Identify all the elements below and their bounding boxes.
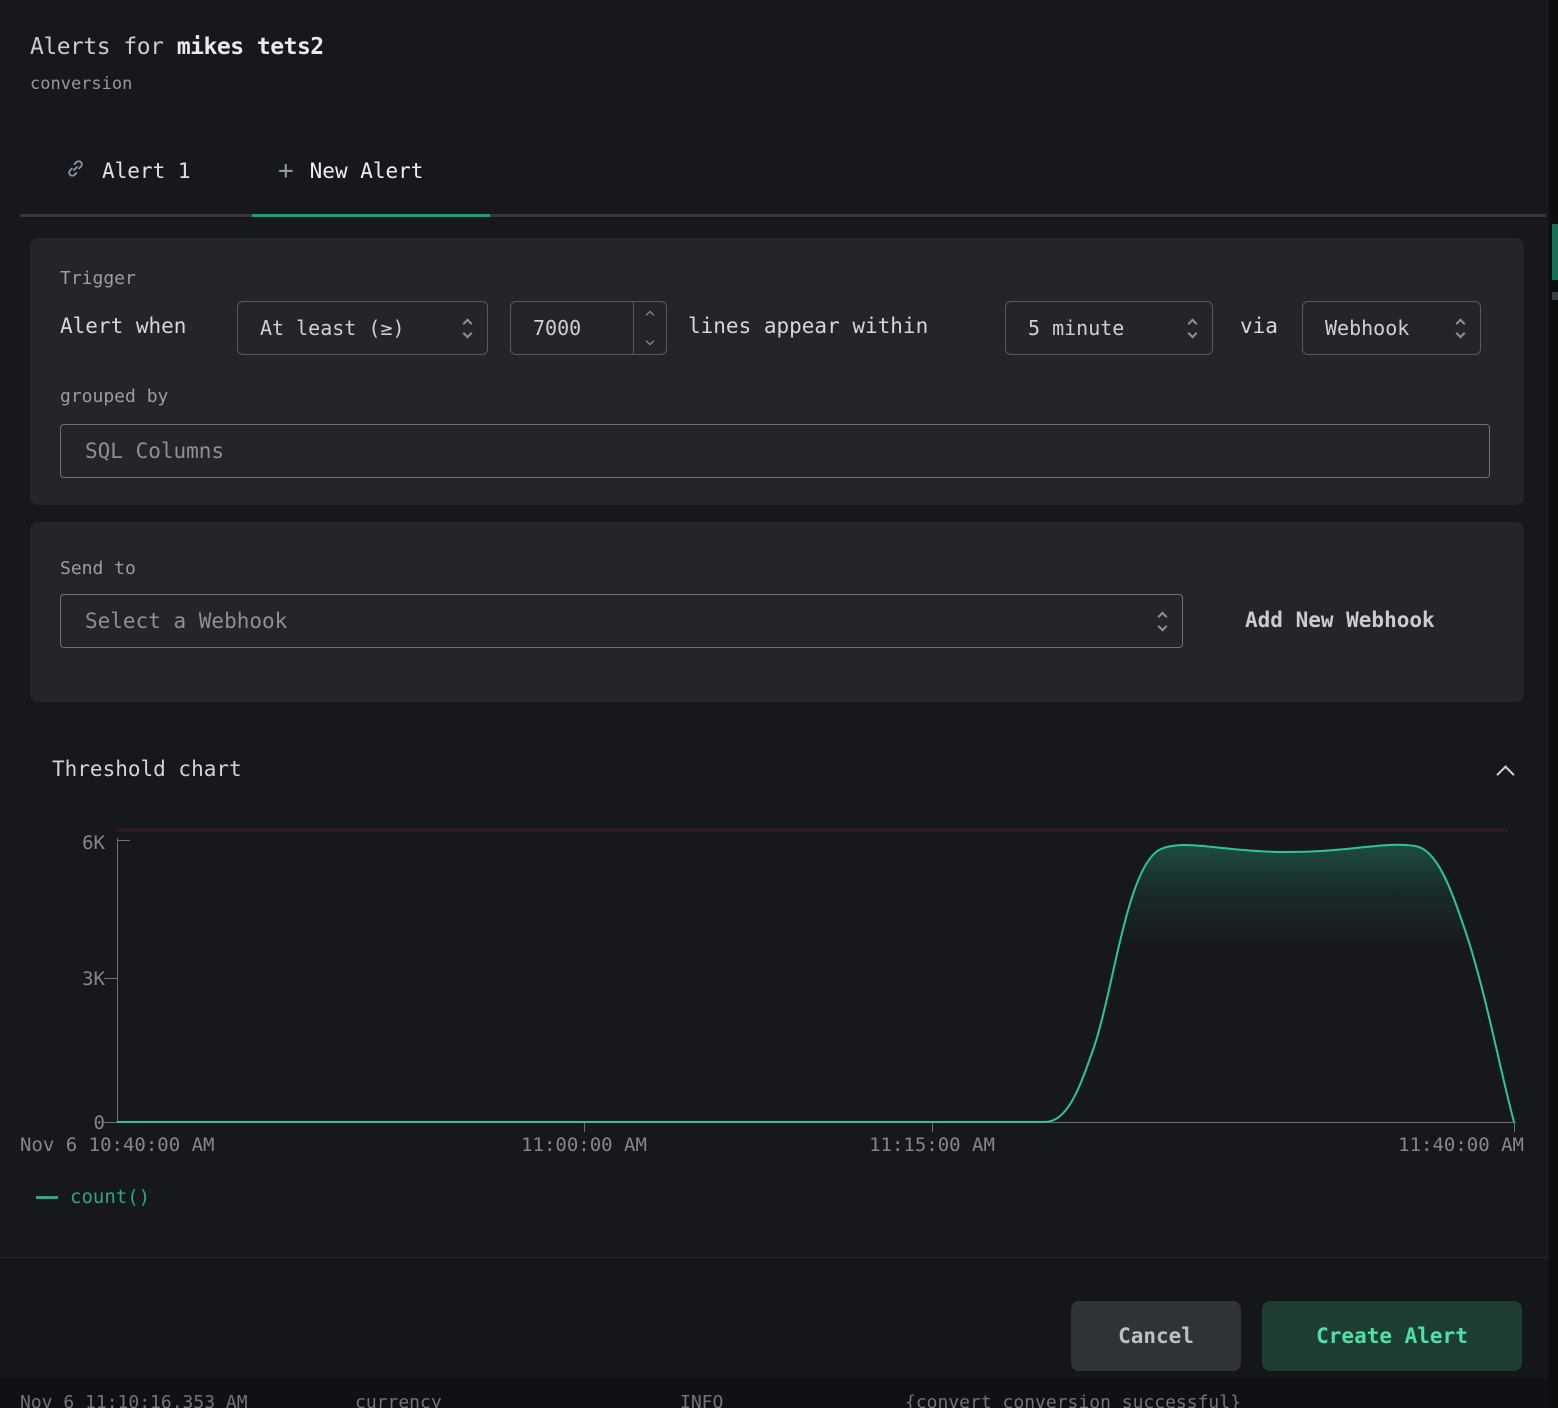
- chevron-down-icon: [646, 337, 654, 345]
- page-title-source-name: mikes tets2: [177, 34, 324, 60]
- chart-legend[interactable]: count(): [36, 1186, 150, 1208]
- y-axis-label-0: 0: [55, 1112, 105, 1134]
- tab-new-alert-label: New Alert: [310, 159, 424, 183]
- threshold-stepper: [633, 302, 666, 354]
- x-tick-1140: [1514, 1122, 1515, 1132]
- footer-divider: [0, 1257, 1558, 1258]
- via-label: via: [1240, 314, 1278, 338]
- chevron-updown-icon: [1159, 613, 1166, 630]
- time-window-select[interactable]: 5 minute: [1005, 301, 1213, 355]
- trigger-panel: Trigger Alert when At least (≥) lines ap…: [30, 238, 1524, 505]
- add-new-webhook-button[interactable]: Add New Webhook: [1245, 608, 1435, 632]
- alert-when-label: Alert when: [60, 314, 186, 338]
- log-level: INFO: [680, 1392, 723, 1408]
- chevron-updown-icon: [464, 320, 471, 337]
- background-edge-gray-fragment: [1552, 292, 1558, 300]
- time-window-select-value: 5 minute: [1006, 316, 1189, 340]
- y-axis-label-6k: 6K: [55, 832, 105, 854]
- tab-alert-1-label: Alert 1: [102, 159, 191, 183]
- tab-alert-1[interactable]: Alert 1: [65, 158, 191, 184]
- stepper-down-button[interactable]: [634, 328, 666, 354]
- background-page-edge: [1549, 0, 1558, 1408]
- channel-select[interactable]: Webhook: [1302, 301, 1481, 355]
- channel-select-value: Webhook: [1303, 316, 1457, 340]
- legend-line-swatch: [36, 1196, 58, 1199]
- grouped-by-placeholder: SQL Columns: [61, 439, 224, 463]
- x-axis-label-1100: 11:00:00 AM: [474, 1134, 694, 1156]
- collapse-chart-button[interactable]: [1499, 766, 1512, 785]
- grouped-by-label: grouped by: [60, 386, 168, 407]
- threshold-chart-title: Threshold chart: [52, 757, 242, 781]
- webhook-select-placeholder: Select a Webhook: [61, 609, 1159, 633]
- background-edge-green-fragment: [1552, 224, 1558, 280]
- y-tick-3k: [104, 978, 117, 979]
- chevron-updown-icon: [1189, 320, 1196, 337]
- send-to-panel: Send to Select a Webhook Add New Webhook: [30, 522, 1524, 702]
- page-subtitle: conversion: [30, 74, 132, 94]
- link-icon: [65, 158, 86, 184]
- page-title-prefix: Alerts for: [30, 34, 177, 60]
- trigger-section-label: Trigger: [60, 268, 136, 289]
- comparator-select-value: At least (≥): [238, 316, 464, 340]
- x-tick-1100: [584, 1122, 585, 1132]
- plus-icon: +: [278, 158, 294, 184]
- log-service: currency: [355, 1392, 442, 1408]
- cancel-button[interactable]: Cancel: [1071, 1301, 1241, 1371]
- chevron-updown-icon: [1457, 320, 1464, 337]
- y-tick-0: [104, 1122, 117, 1123]
- background-log-row-clipped: Nov 6 11:10:16.353 AM currency INFO {con…: [0, 1378, 1558, 1408]
- log-message: {convert conversion successful}: [905, 1392, 1241, 1408]
- x-axis-label-start: Nov 6 10:40:00 AM: [20, 1134, 240, 1156]
- create-alert-button[interactable]: Create Alert: [1262, 1301, 1522, 1371]
- count-series-line: [117, 838, 1515, 1123]
- comparator-select[interactable]: At least (≥): [237, 301, 488, 355]
- threshold-value-field: [510, 301, 667, 355]
- lines-appear-within-label: lines appear within: [688, 314, 928, 338]
- log-timestamp: Nov 6 11:10:16.353 AM: [20, 1392, 248, 1408]
- x-axis-label-end: 11:40:00 AM: [1304, 1134, 1524, 1156]
- stepper-up-button[interactable]: [634, 302, 666, 328]
- send-to-label: Send to: [60, 558, 136, 579]
- legend-series-label: count(): [70, 1186, 150, 1208]
- tab-new-alert[interactable]: + New Alert: [278, 158, 423, 184]
- threshold-line: [117, 828, 1508, 832]
- chevron-up-icon: [646, 311, 654, 319]
- grouped-by-input[interactable]: SQL Columns: [60, 424, 1490, 478]
- x-axis-label-1115: 11:15:00 AM: [822, 1134, 1042, 1156]
- webhook-select[interactable]: Select a Webhook: [60, 594, 1183, 648]
- tabs-divider: [20, 214, 1546, 217]
- page-title: Alerts for mikes tets2: [30, 34, 324, 60]
- chevron-up-icon: [1496, 765, 1514, 783]
- active-tab-indicator: [252, 214, 490, 217]
- y-axis-label-3k: 3K: [55, 968, 105, 990]
- x-tick-1115: [932, 1122, 933, 1132]
- threshold-value-input[interactable]: [511, 302, 633, 354]
